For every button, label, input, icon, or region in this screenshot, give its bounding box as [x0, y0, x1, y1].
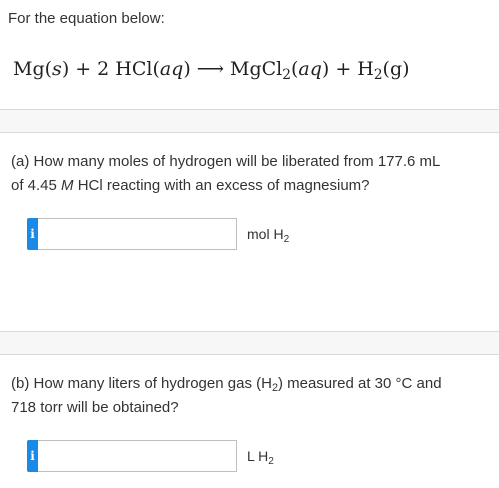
- question-b-line2: 718 torr will be obtained?: [11, 399, 179, 416]
- answer-row-a: i mol H2: [27, 218, 289, 250]
- product-mgcl2: MgCl: [230, 58, 283, 80]
- question-a-line2-pre: of 4.45: [11, 177, 62, 194]
- plus-sign-2: +: [335, 58, 352, 80]
- state-mg: s: [52, 58, 62, 80]
- info-icon[interactable]: i: [27, 218, 38, 250]
- molarity-unit: M: [61, 177, 74, 194]
- state-mgcl2: aq: [298, 58, 322, 80]
- info-icon[interactable]: i: [27, 440, 38, 472]
- state-hcl: aq: [159, 58, 184, 80]
- reaction-arrow-icon: ⟶: [196, 58, 225, 80]
- question-b: (b) How many liters of hydrogen gas (H2)…: [11, 372, 481, 420]
- state-h2: g: [389, 58, 403, 80]
- answer-row-b: i L H2: [27, 440, 274, 472]
- unit-b-base: L H: [247, 448, 269, 464]
- question-b-line1-pre: (b) How many liters of hydrogen gas (H: [11, 375, 272, 392]
- question-a: (a) How many moles of hydrogen will be l…: [11, 150, 481, 198]
- reactant-mg: Mg: [13, 58, 45, 80]
- answer-input-b[interactable]: [38, 440, 237, 472]
- unit-a-base: mol H: [247, 226, 284, 242]
- question-a-line2-post: HCl reacting with an excess of magnesium…: [73, 177, 370, 194]
- reactant-hcl: HCl: [115, 58, 153, 80]
- plus-sign: +: [75, 58, 92, 80]
- coefficient: 2: [97, 58, 110, 80]
- section-gap: [0, 110, 499, 132]
- question-a-line1: (a) How many moles of hydrogen will be l…: [11, 153, 441, 170]
- unit-label-b: L H2: [247, 448, 274, 468]
- question-b-line1-post: ) measured at 30 °C and: [277, 375, 442, 392]
- answer-input-a[interactable]: [38, 218, 237, 250]
- product-mgcl2-subscript: 2: [282, 67, 291, 84]
- unit-label-a: mol H2: [247, 226, 290, 246]
- intro-text: For the equation below:: [8, 10, 165, 27]
- chemical-equation: Mg(s) +2 HCl(aq) ⟶ MgCl2(aq) + H2(g): [13, 58, 410, 84]
- section-gap: [0, 332, 499, 354]
- unit-b-subscript: 2: [268, 456, 274, 468]
- product-h2-subscript: 2: [373, 67, 383, 84]
- product-h2: H: [357, 58, 374, 80]
- section-divider: [0, 354, 499, 355]
- unit-a-subscript: 2: [283, 234, 290, 246]
- section-divider: [0, 132, 499, 133]
